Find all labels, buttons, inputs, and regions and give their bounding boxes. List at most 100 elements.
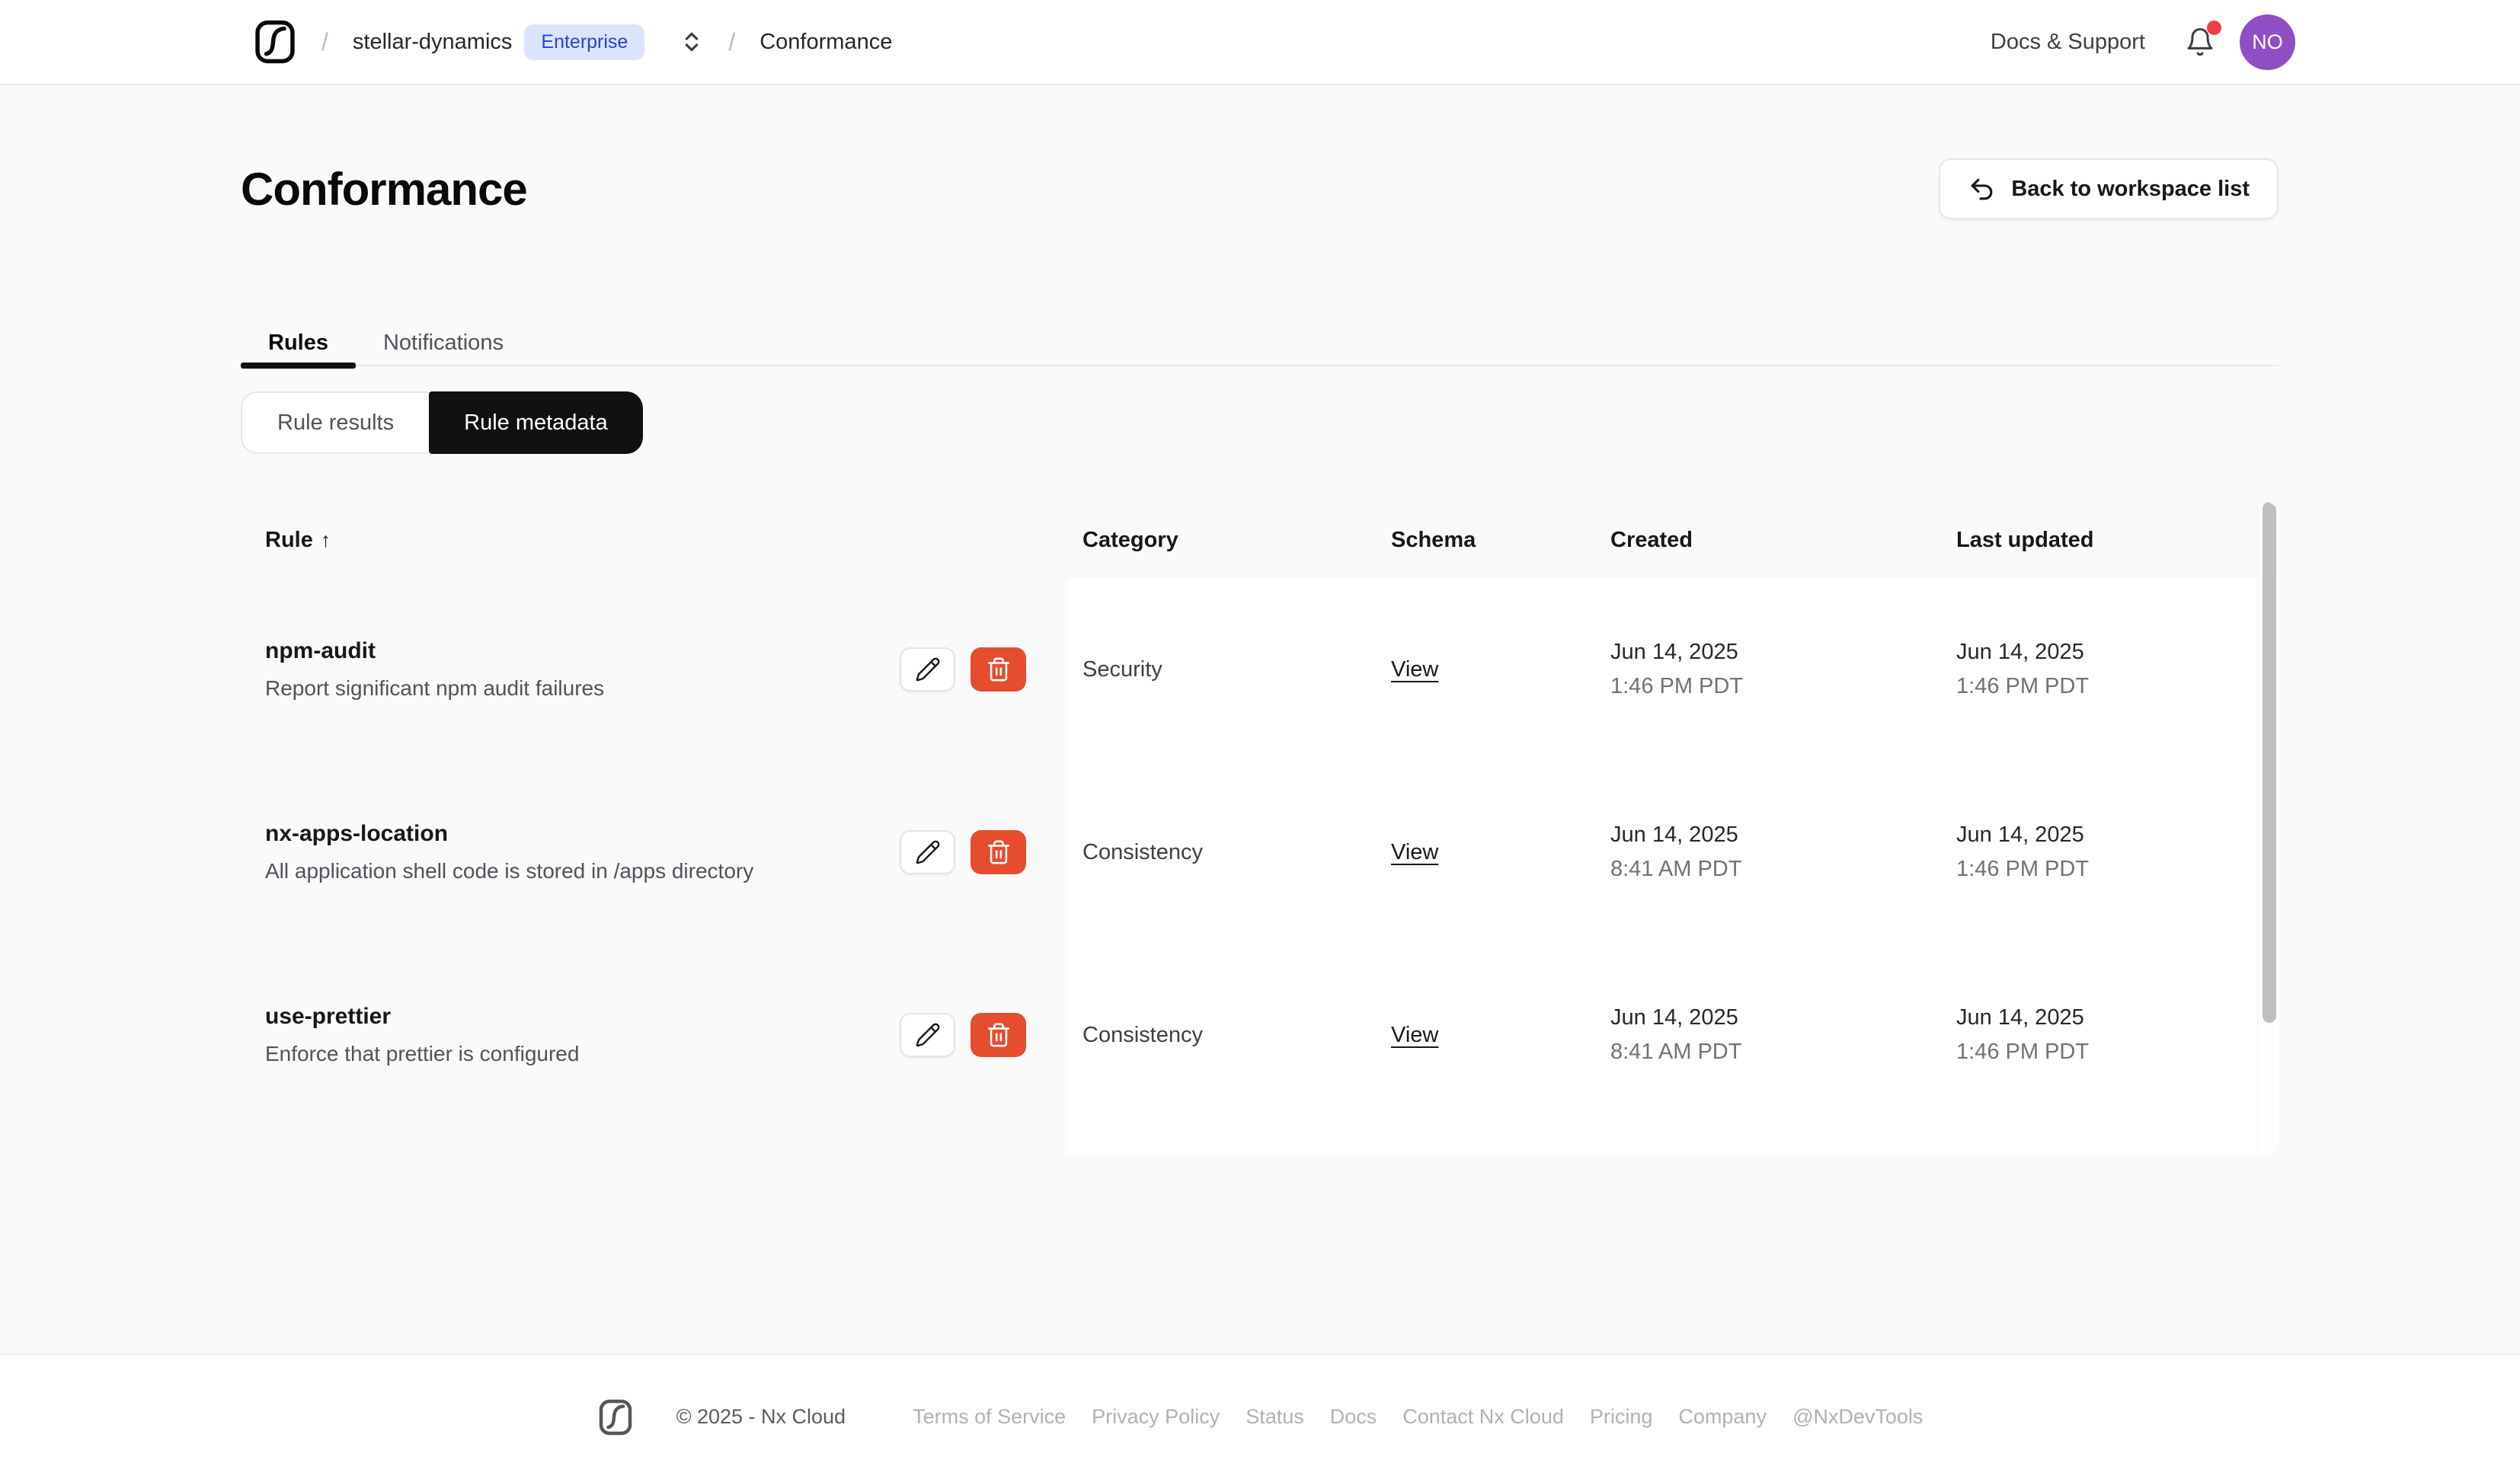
last-updated-cell: Jun 14, 2025 1:46 PM PDT xyxy=(1938,578,2279,761)
tab-rules[interactable]: Rules xyxy=(241,321,356,369)
footer-link-contact[interactable]: Contact Nx Cloud xyxy=(1402,1405,1564,1429)
rule-metadata-table: Rule ↑ Category Schema Created Last upda… xyxy=(241,502,2279,1155)
footer-link-terms[interactable]: Terms of Service xyxy=(913,1405,1066,1429)
edit-rule-button[interactable] xyxy=(900,1013,955,1057)
created-cell: Jun 14, 2025 1:46 PM PDT xyxy=(1595,578,1938,761)
footer-link-nxdevtools[interactable]: @NxDevTools xyxy=(1792,1405,1923,1429)
column-header-created[interactable]: Created xyxy=(1595,502,1938,578)
last-updated-cell: Jun 14, 2025 1:46 PM PDT xyxy=(1938,944,2279,1126)
trash-icon xyxy=(987,1023,1009,1047)
view-schema-link[interactable]: View xyxy=(1391,1023,1438,1048)
rule-cell: use-prettier Enforce that prettier is co… xyxy=(241,944,1067,1126)
created-date: Jun 14, 2025 xyxy=(1610,823,1738,847)
nx-cloud-logo-icon[interactable] xyxy=(253,20,297,64)
column-header-category[interactable]: Category xyxy=(1067,502,1376,578)
rule-cell: nx-apps-location All application shell c… xyxy=(241,761,1067,944)
rule-actions xyxy=(900,830,1026,874)
created-time: 8:41 AM PDT xyxy=(1610,857,1742,881)
tab-rules-label: Rules xyxy=(268,331,328,355)
view-schema-link[interactable]: View xyxy=(1391,840,1438,865)
rule-name: npm-audit xyxy=(265,638,376,663)
table-row: npm-audit Report significant npm audit f… xyxy=(241,578,2279,761)
pencil-icon xyxy=(916,657,939,682)
table-header-row: Rule ↑ Category Schema Created Last upda… xyxy=(241,502,2279,578)
updated-time: 1:46 PM PDT xyxy=(1956,674,2090,698)
table-row: use-prettier Enforce that prettier is co… xyxy=(241,944,2279,1126)
footer-links: Terms of Service Privacy Policy Status D… xyxy=(913,1405,1923,1429)
table-scrollbar-thumb[interactable] xyxy=(2263,502,2276,1023)
workspace-switcher-icon[interactable] xyxy=(680,30,704,54)
delete-rule-button[interactable] xyxy=(971,647,1026,692)
column-header-last-updated[interactable]: Last updated xyxy=(1938,502,2279,578)
enterprise-badge: Enterprise xyxy=(524,24,645,60)
created-time: 8:41 AM PDT xyxy=(1610,1040,1742,1064)
rule-info: npm-audit Report significant npm audit f… xyxy=(265,638,604,701)
rule-view-toggle: Rule results Rule metadata xyxy=(241,391,643,454)
rule-category: Consistency xyxy=(1083,1022,1203,1047)
column-header-rule-label: Rule xyxy=(265,527,313,552)
segment-rule-metadata[interactable]: Rule metadata xyxy=(429,391,643,454)
rule-description: Report significant npm audit failures xyxy=(265,676,605,700)
undo-arrow-icon xyxy=(1968,175,1996,203)
notification-dot xyxy=(2207,21,2221,35)
footer-link-status[interactable]: Status xyxy=(1246,1405,1304,1429)
updated-time: 1:46 PM PDT xyxy=(1956,1040,2090,1064)
column-header-rule[interactable]: Rule ↑ xyxy=(241,502,1067,578)
tab-notifications-label: Notifications xyxy=(382,331,504,355)
back-to-workspace-button[interactable]: Back to workspace list xyxy=(1939,158,2279,219)
trash-icon xyxy=(987,657,1009,682)
navbar-actions: Docs & Support NO xyxy=(1991,14,2295,70)
footer-link-privacy[interactable]: Privacy Policy xyxy=(1092,1405,1220,1429)
delete-rule-button[interactable] xyxy=(971,830,1026,874)
footer-link-pricing[interactable]: Pricing xyxy=(1590,1405,1653,1429)
rule-cell: npm-audit Report significant npm audit f… xyxy=(241,578,1067,761)
sort-ascending-icon: ↑ xyxy=(320,528,331,551)
tab-notifications[interactable]: Notifications xyxy=(356,321,531,365)
created-time: 1:46 PM PDT xyxy=(1610,674,1744,698)
footer-link-docs[interactable]: Docs xyxy=(1330,1405,1377,1429)
table-bottom-filler xyxy=(241,1126,2279,1155)
notifications-bell-icon[interactable] xyxy=(2185,21,2221,57)
schema-cell: View xyxy=(1376,761,1595,944)
column-header-schema[interactable]: Schema xyxy=(1376,502,1595,578)
footer-link-company[interactable]: Company xyxy=(1678,1405,1767,1429)
rule-category: Consistency xyxy=(1083,839,1203,864)
rule-name: nx-apps-location xyxy=(265,821,449,846)
rule-info: use-prettier Enforce that prettier is co… xyxy=(265,1004,579,1066)
footer: © 2025 - Nx Cloud Terms of Service Priva… xyxy=(0,1353,2520,1479)
created-date: Jun 14, 2025 xyxy=(1610,1005,1738,1030)
rule-description: All application shell code is stored in … xyxy=(265,859,754,883)
edit-rule-button[interactable] xyxy=(900,647,955,692)
top-navbar: / stellar-dynamics Enterprise / Conforma… xyxy=(0,0,2520,85)
docs-support-link[interactable]: Docs & Support xyxy=(1991,30,2145,55)
pencil-icon xyxy=(916,1023,939,1047)
nx-cloud-footer-logo-icon xyxy=(597,1399,634,1436)
avatar[interactable]: NO xyxy=(2240,14,2295,70)
breadcrumb-separator: / xyxy=(728,27,736,56)
tab-bar: Rules Notifications xyxy=(241,321,2279,369)
breadcrumb-workspace[interactable]: stellar-dynamics xyxy=(353,30,513,55)
updated-date: Jun 14, 2025 xyxy=(1956,1005,2084,1030)
created-date: Jun 14, 2025 xyxy=(1610,640,1738,664)
copyright-text: © 2025 - Nx Cloud xyxy=(676,1405,846,1428)
main-content: Conformance Back to workspace list Rules… xyxy=(241,85,2279,1352)
created-cell: Jun 14, 2025 8:41 AM PDT xyxy=(1595,761,1938,944)
breadcrumb-page: Conformance xyxy=(760,29,893,54)
back-button-label: Back to workspace list xyxy=(2011,176,2250,201)
schema-cell: View xyxy=(1376,578,1595,761)
segment-rule-results[interactable]: Rule results xyxy=(241,391,430,454)
last-updated-cell: Jun 14, 2025 1:46 PM PDT xyxy=(1938,761,2279,944)
pencil-icon xyxy=(916,840,939,864)
rule-actions xyxy=(900,1013,1026,1057)
updated-time: 1:46 PM PDT xyxy=(1956,857,2090,881)
breadcrumb-separator: / xyxy=(321,27,328,56)
schema-cell: View xyxy=(1376,944,1595,1126)
breadcrumb: / stellar-dynamics Enterprise / Conforma… xyxy=(253,20,892,64)
rule-name: use-prettier xyxy=(265,1004,392,1029)
page-title: Conformance xyxy=(241,164,528,215)
delete-rule-button[interactable] xyxy=(971,1013,1026,1057)
created-cell: Jun 14, 2025 8:41 AM PDT xyxy=(1595,944,1938,1126)
rule-description: Enforce that prettier is configured xyxy=(265,1042,580,1065)
edit-rule-button[interactable] xyxy=(900,830,955,874)
view-schema-link[interactable]: View xyxy=(1391,657,1438,682)
